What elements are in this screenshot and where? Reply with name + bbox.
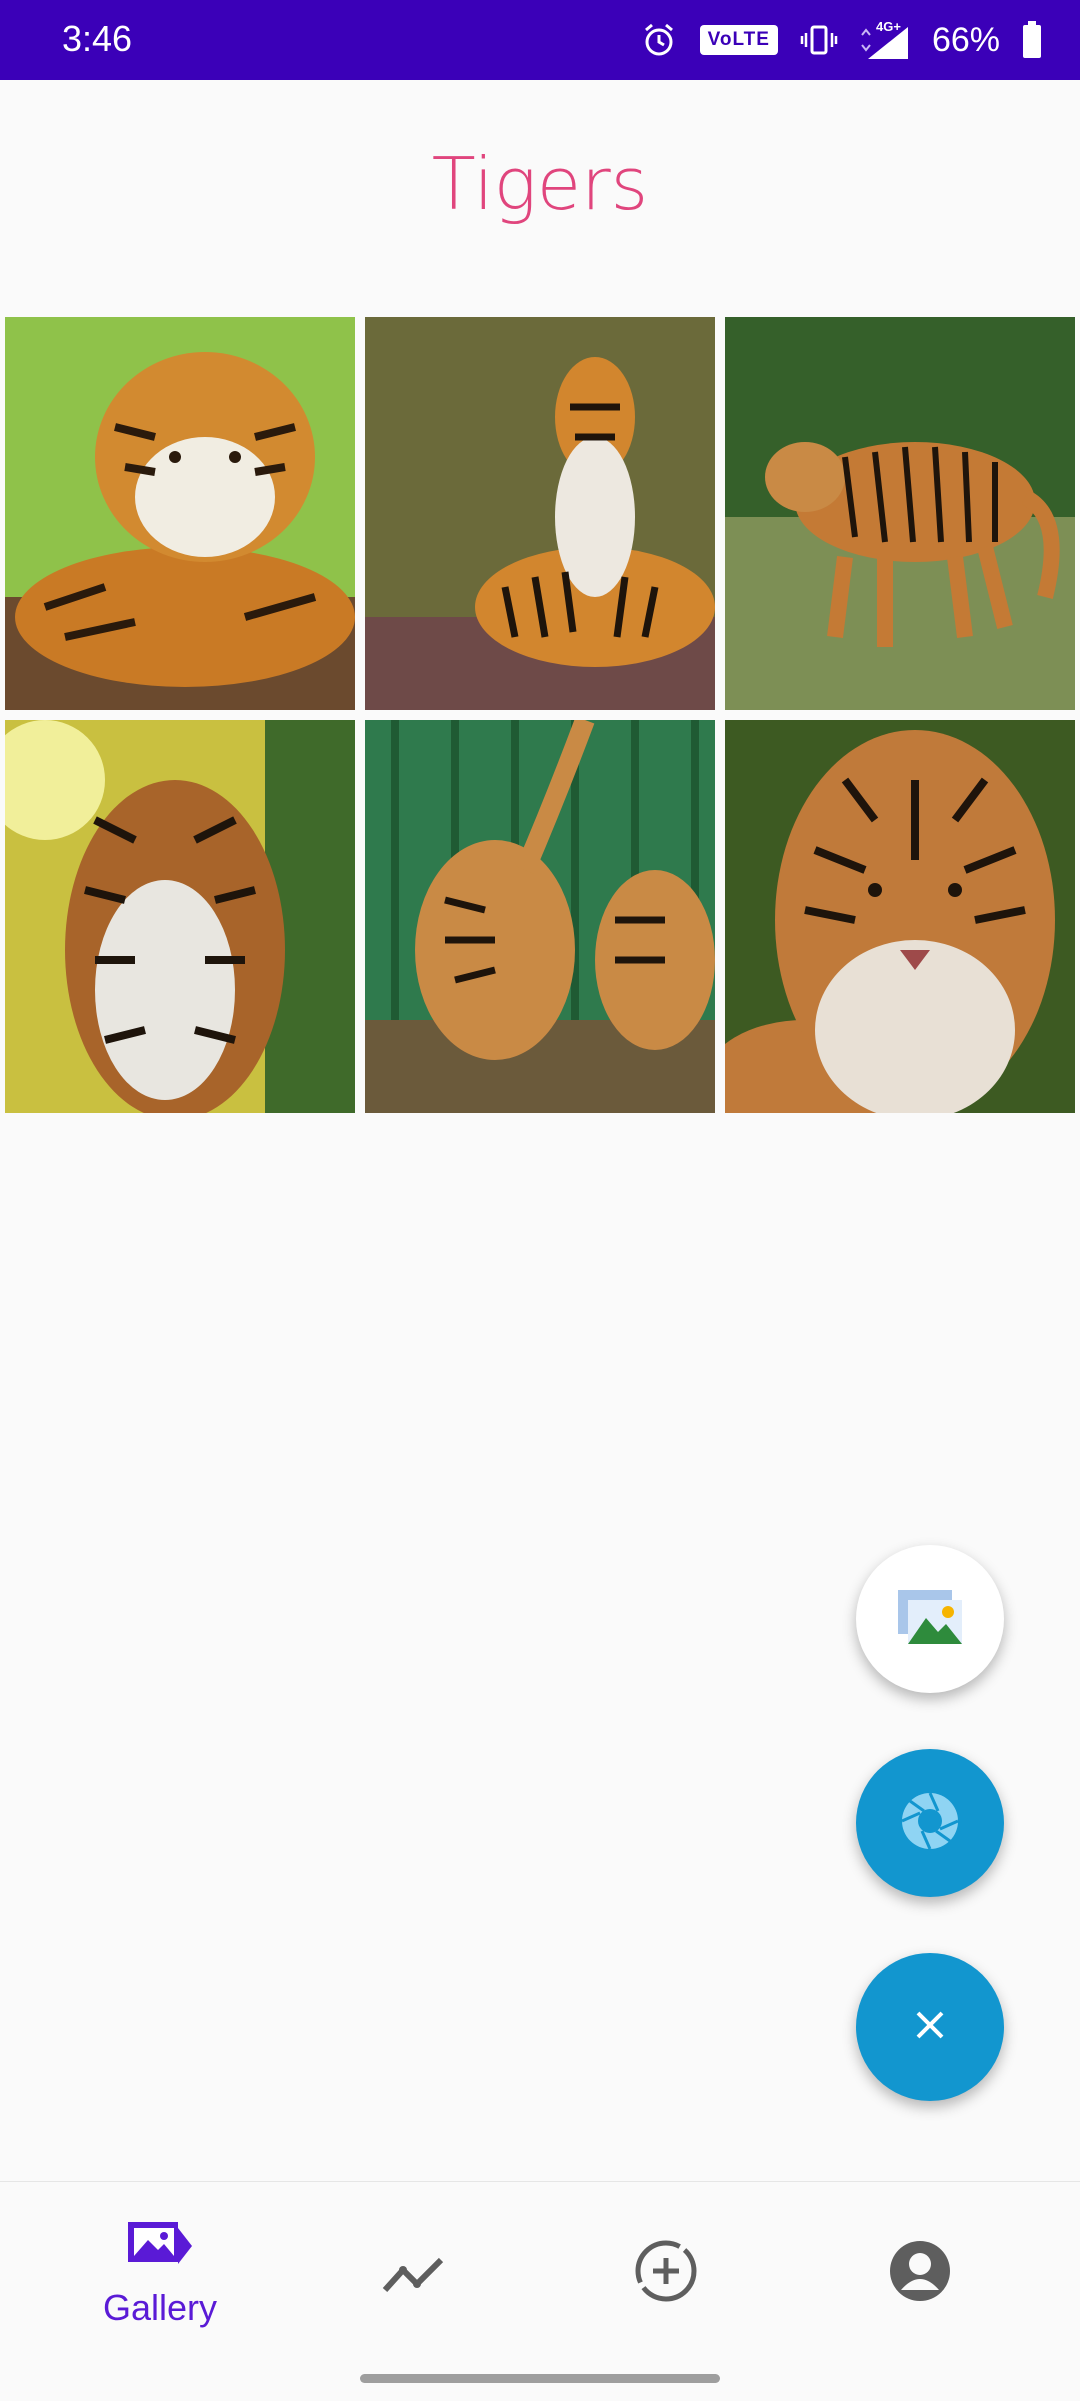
bottom-navigation: Gallery xyxy=(0,2181,1080,2401)
status-time: 3:46 xyxy=(62,18,133,59)
nav-item-gallery[interactable]: Gallery xyxy=(80,2220,240,2329)
account-icon xyxy=(887,2238,953,2309)
tiger-photo-5[interactable] xyxy=(365,720,715,1113)
nav-item-account[interactable] xyxy=(840,2238,1000,2309)
tiger-photo-1[interactable] xyxy=(5,317,355,710)
volte-badge: VoLTE xyxy=(699,25,778,55)
camera-aperture-icon xyxy=(898,1789,962,1858)
tiger-photo-3[interactable] xyxy=(725,317,1075,710)
image-grid xyxy=(5,317,1075,1113)
home-indicator[interactable] xyxy=(360,2374,720,2383)
tiger-photo-2[interactable] xyxy=(365,317,715,710)
close-menu-button[interactable] xyxy=(856,1953,1004,2101)
tiger-photo-4[interactable] xyxy=(5,720,355,1113)
page-title: Tigers xyxy=(431,142,649,226)
alarm-icon xyxy=(640,21,678,59)
trending-icon xyxy=(381,2256,447,2301)
nav-item-trending[interactable] xyxy=(334,2256,494,2301)
battery-percent: 66% xyxy=(931,20,1000,59)
pick-from-gallery-button[interactable] xyxy=(856,1545,1004,1693)
take-photo-button[interactable] xyxy=(856,1749,1004,1897)
close-icon xyxy=(914,2009,946,2046)
tiger-photo-6[interactable] xyxy=(725,720,1075,1113)
add-circle-icon xyxy=(633,2238,699,2309)
nav-item-add[interactable] xyxy=(586,2238,746,2309)
battery-icon xyxy=(1022,21,1042,59)
vibrate-icon xyxy=(800,21,838,59)
network-type-label: 4G+ xyxy=(876,19,901,34)
signal-icon: 4G+ xyxy=(860,19,910,61)
gallery-icon xyxy=(126,2220,194,2281)
status-icons: VoLTE 4G+ 66% xyxy=(640,14,1042,66)
status-bar: 3:46 VoLTE 4G+ 66% xyxy=(0,0,1080,80)
gallery-icon xyxy=(896,1588,964,1651)
nav-label-gallery: Gallery xyxy=(102,2287,218,2328)
